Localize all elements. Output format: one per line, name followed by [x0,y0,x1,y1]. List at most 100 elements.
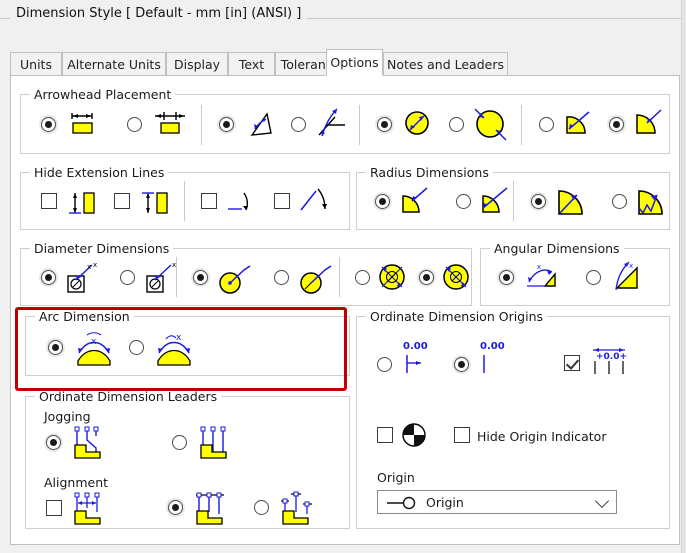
svg-text:x: x [91,337,97,347]
arc-length-symbol-above-icon: x [77,332,111,366]
svg-text:x: x [537,263,541,271]
radio-origin-with-arrow[interactable] [377,357,392,372]
group-arrowhead-placement: Arrowhead Placement [20,87,670,154]
separator-6 [176,257,177,297]
group-ordinate-dimension-origins-label: Ordinate Dimension Origins [366,309,548,324]
group-ordinate-dimension-origins: Ordinate Dimension Origins 0.00 0.00 +0.… [356,309,670,529]
checkbox-origin-dimension-group[interactable] [564,355,580,371]
group-ordinate-dimension-leaders: Ordinate Dimension Leaders Jogging Align… [25,389,350,529]
radius-leader-outside-icon [402,187,428,213]
separator-2 [359,105,360,145]
radio-arrows-outside-angular[interactable] [291,117,306,132]
radio-arrows-inside-linear[interactable] [41,117,56,132]
radio-arrows-inside-angular[interactable] [219,117,234,132]
checkbox-hide-origin-indicator[interactable] [454,427,470,443]
window-title: Dimension Style [ Default - mm [in] (ANS… [10,6,308,21]
group-arc-dimension-label: Arc Dimension [35,309,134,324]
tab-alternate-units[interactable]: Alternate Units [62,52,166,76]
arrows-inside-linear-icon [71,113,93,134]
radio-diameter-leader-dot[interactable] [193,270,208,285]
hide-first-extension-line-icon [69,192,95,214]
radius-arrow-jogged-icon [638,190,663,215]
alignment-staggered-icon [281,491,312,525]
diameter-leader-line-icon [300,265,332,294]
radio-angular-arc-outside[interactable] [499,270,514,285]
radio-arrows-outside-radius[interactable] [609,117,624,132]
radio-radius-arrow-jogged[interactable] [612,194,627,209]
arrows-inside-radius-icon [566,111,590,134]
radio-arrows-inside-radius[interactable] [539,117,554,132]
arrows-outside-linear-icon [155,112,185,134]
checkbox-origin-indicator-quadrant[interactable] [377,427,393,443]
origin-select[interactable]: Origin [377,490,617,514]
radio-arc-length-symbol-above[interactable] [48,340,63,355]
arrows-outside-diameter-icon [474,108,507,141]
radio-jogging-on[interactable] [46,435,61,450]
checkbox-alignment-spacing[interactable] [46,500,62,516]
origin-indicator-quadrant-icon [402,423,426,447]
hide-origin-indicator-label: Hide Origin Indicator [477,429,607,444]
chevron-down-icon[interactable] [594,493,610,509]
tab-text[interactable]: Text [228,52,275,76]
tab-options[interactable]: Options [326,49,383,76]
checkbox-hide-first-angular-extension-line[interactable] [201,193,217,209]
radio-diameter-leader-line[interactable] [274,270,289,285]
arrows-outside-angular-icon [318,108,345,137]
checkbox-hide-first-extension-line[interactable] [41,193,57,209]
tab-display[interactable]: Display [166,52,228,76]
group-diameter-dimensions: Diameter Dimensions x x x [20,241,472,306]
origin-field-label: Origin [377,470,415,485]
tab-notes-and-leaders[interactable]: Notes and Leaders [383,52,508,76]
radio-angular-arc-crossing[interactable] [586,270,601,285]
origin-with-arrow-value: 0.00 [403,341,428,352]
hide-second-angular-extension-line-icon [300,188,327,211]
separator-7 [339,257,340,297]
checkbox-hide-second-angular-extension-line[interactable] [274,193,290,209]
radius-leader-crossing-icon [482,187,508,213]
diameter-arrows-inside-icon [443,264,469,290]
svg-text:+0.0+: +0.0+ [596,352,627,362]
svg-text:x: x [93,261,97,269]
alignment-bottom-icon [196,492,224,525]
radio-diameter-arrows-outside[interactable] [355,270,370,285]
radio-arc-length-symbol-preceding[interactable] [129,340,144,355]
radio-jogging-off[interactable] [172,435,187,450]
radio-diameter-boxed-leader-double[interactable] [41,270,56,285]
radio-arrows-outside-linear[interactable] [127,117,142,132]
radio-diameter-arrows-inside[interactable] [419,270,434,285]
radio-radius-leader-crossing[interactable] [456,194,471,209]
diameter-leader-dot-icon [219,265,251,294]
radius-arrow-inside-icon [558,190,583,215]
radio-alignment-bottom[interactable] [168,500,183,515]
group-radius-dimensions-label: Radius Dimensions [366,165,493,180]
arrows-inside-diameter-icon [405,111,429,135]
radio-arrows-inside-diameter[interactable] [377,117,392,132]
diameter-boxed-leader-double-icon: x x [67,261,97,293]
jogging-off-icon [200,426,227,459]
origin-dimension-group-icon: +0.0+ [593,348,627,374]
angular-arc-outside-icon: x [527,263,556,287]
radio-alignment-staggered[interactable] [254,500,269,515]
origin-plain-line-value: 0.00 [480,341,505,352]
jogging-on-icon [74,426,101,459]
radio-diameter-boxed-leader-single[interactable] [120,270,135,285]
checkbox-hide-second-extension-line[interactable] [114,193,130,209]
hide-second-extension-line-icon [142,192,168,214]
origin-select-value: Origin [426,494,464,510]
diameter-arrows-outside-icon [379,264,405,290]
group-angular-dimensions: Angular Dimensions x x [480,241,670,306]
origin-symbol-icon [387,496,416,510]
radio-radius-arrow-inside[interactable] [531,194,546,209]
radio-arrows-outside-diameter[interactable] [449,117,464,132]
arrows-outside-radius-icon [636,109,662,134]
svg-text:x: x [176,333,182,343]
options-panel: Arrowhead Placement Hide Extension Lines… [10,75,680,545]
radio-radius-leader-outside[interactable] [375,194,390,209]
tab-units[interactable]: Units [10,52,62,76]
svg-text:x: x [87,263,91,271]
separator-4 [184,181,185,221]
radio-origin-plain-line[interactable] [454,357,469,372]
hide-first-angular-extension-line-icon [228,192,249,211]
separator-5 [513,181,514,221]
svg-text:x: x [629,262,633,270]
